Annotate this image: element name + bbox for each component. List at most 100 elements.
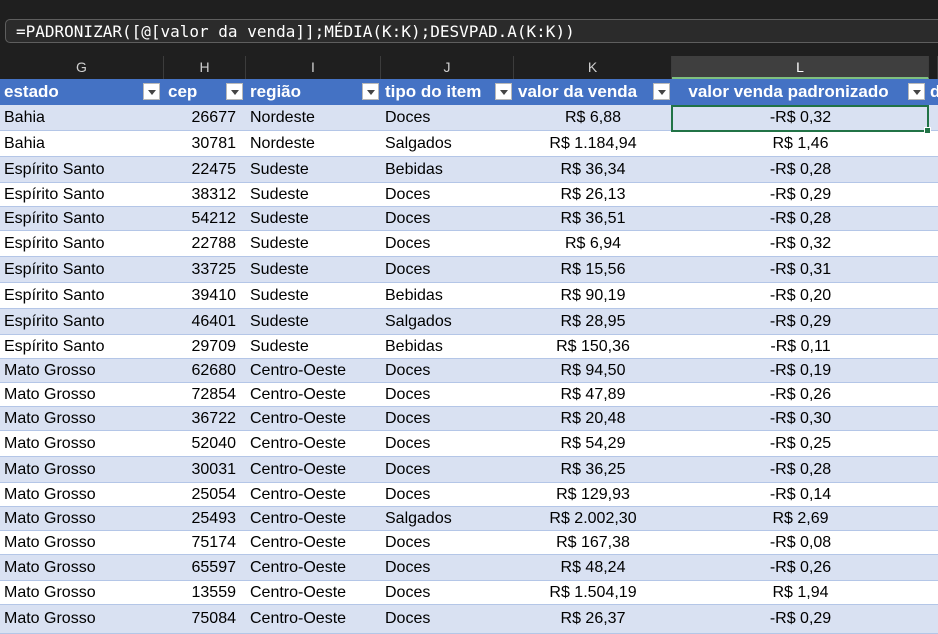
cell-regiao[interactable]: Centro-Oeste [246, 531, 381, 554]
chevron-down-icon[interactable] [226, 83, 243, 100]
cell-estado[interactable]: Espírito Santo [0, 257, 164, 282]
cell-cep[interactable]: 22475 [164, 157, 246, 182]
cell-cep[interactable]: 13559 [164, 581, 246, 604]
cell-valor-venda[interactable]: R$ 129,93 [514, 483, 672, 506]
cell-cep[interactable]: 29709 [164, 335, 246, 358]
column-header-l[interactable]: L [672, 56, 929, 79]
cell-valor-padronizado[interactable]: R$ 2,69 [672, 507, 929, 530]
cell-valor-venda[interactable]: R$ 1.504,19 [514, 581, 672, 604]
cell-valor-padronizado[interactable]: -R$ 0,29 [672, 605, 929, 633]
cell-regiao[interactable]: Sudeste [246, 257, 381, 282]
cell-valor-padronizado[interactable]: -R$ 0,26 [672, 555, 929, 580]
cell-regiao[interactable]: Sudeste [246, 283, 381, 308]
cell-tipo[interactable]: Bebidas [381, 157, 514, 182]
cell-tipo[interactable]: Salgados [381, 309, 514, 334]
cell-valor-venda[interactable]: R$ 15,56 [514, 257, 672, 282]
header-valor-da-venda[interactable]: valor da venda [514, 79, 672, 105]
cell-regiao[interactable]: Centro-Oeste [246, 555, 381, 580]
cell-regiao[interactable]: Centro-Oeste [246, 507, 381, 530]
cell-valor-venda[interactable]: R$ 47,89 [514, 383, 672, 406]
cell-regiao[interactable]: Centro-Oeste [246, 605, 381, 633]
cell-cep[interactable]: 65597 [164, 555, 246, 580]
cell-tipo[interactable]: Doces [381, 431, 514, 456]
cell-valor-padronizado[interactable]: -R$ 0,32 [672, 105, 929, 130]
cell-cep[interactable]: 75174 [164, 531, 246, 554]
cell-valor-padronizado[interactable]: -R$ 0,28 [672, 457, 929, 482]
cell-estado[interactable]: Mato Grosso [0, 605, 164, 633]
cell-valor-padronizado[interactable]: -R$ 0,28 [672, 157, 929, 182]
cell-regiao[interactable]: Nordeste [246, 105, 381, 130]
cell-valor-venda[interactable]: R$ 20,48 [514, 407, 672, 430]
cell-estado[interactable]: Mato Grosso [0, 457, 164, 482]
cell-valor-venda[interactable]: R$ 150,36 [514, 335, 672, 358]
column-header-i[interactable]: I [246, 56, 381, 79]
cell-regiao[interactable]: Centro-Oeste [246, 483, 381, 506]
header-estado[interactable]: estado [0, 79, 164, 105]
cell-regiao[interactable]: Centro-Oeste [246, 431, 381, 456]
cell-tipo[interactable]: Doces [381, 105, 514, 130]
cell-tipo[interactable]: Doces [381, 555, 514, 580]
cell-valor-venda[interactable]: R$ 36,34 [514, 157, 672, 182]
formula-input[interactable]: =PADRONIZAR([@[valor da venda]];MÉDIA(K:… [5, 19, 938, 43]
cell-cep[interactable]: 30781 [164, 131, 246, 156]
cell-valor-venda[interactable]: R$ 6,88 [514, 105, 672, 130]
cell-tipo[interactable]: Salgados [381, 507, 514, 530]
cell-estado[interactable]: Mato Grosso [0, 483, 164, 506]
cell-cep[interactable]: 25054 [164, 483, 246, 506]
chevron-down-icon[interactable] [653, 83, 670, 100]
cell-cep[interactable]: 30031 [164, 457, 246, 482]
cell-tipo[interactable]: Doces [381, 207, 514, 230]
column-header-k[interactable]: K [514, 56, 672, 79]
cell-valor-padronizado[interactable]: -R$ 0,32 [672, 231, 929, 256]
cell-valor-venda[interactable]: R$ 167,38 [514, 531, 672, 554]
cell-valor-padronizado[interactable]: -R$ 0,25 [672, 431, 929, 456]
cell-regiao[interactable]: Centro-Oeste [246, 457, 381, 482]
cell-tipo[interactable]: Doces [381, 359, 514, 382]
cell-valor-venda[interactable]: R$ 26,37 [514, 605, 672, 633]
chevron-down-icon[interactable] [362, 83, 379, 100]
cell-cep[interactable]: 25493 [164, 507, 246, 530]
cell-estado[interactable]: Espírito Santo [0, 207, 164, 230]
cell-tipo[interactable]: Salgados [381, 131, 514, 156]
cell-regiao[interactable]: Sudeste [246, 157, 381, 182]
cell-valor-venda[interactable]: R$ 54,29 [514, 431, 672, 456]
cell-valor-venda[interactable]: R$ 1.184,94 [514, 131, 672, 156]
cell-valor-padronizado[interactable]: -R$ 0,26 [672, 383, 929, 406]
cell-estado[interactable]: Mato Grosso [0, 359, 164, 382]
cell-estado[interactable]: Espírito Santo [0, 183, 164, 206]
cell-estado[interactable]: Espírito Santo [0, 309, 164, 334]
cell-tipo[interactable]: Doces [381, 231, 514, 256]
cell-tipo[interactable]: Doces [381, 407, 514, 430]
cell-regiao[interactable]: Sudeste [246, 183, 381, 206]
cell-cep[interactable]: 72854 [164, 383, 246, 406]
cell-estado[interactable]: Mato Grosso [0, 507, 164, 530]
cell-tipo[interactable]: Doces [381, 257, 514, 282]
cell-regiao[interactable]: Centro-Oeste [246, 359, 381, 382]
chevron-down-icon[interactable] [908, 83, 925, 100]
cell-regiao[interactable]: Nordeste [246, 131, 381, 156]
column-header-m[interactable] [929, 56, 938, 79]
cell-cep[interactable]: 22788 [164, 231, 246, 256]
cell-tipo[interactable]: Doces [381, 457, 514, 482]
cell-cep[interactable]: 38312 [164, 183, 246, 206]
header-next-column[interactable]: d [929, 79, 938, 105]
cell-valor-padronizado[interactable]: -R$ 0,20 [672, 283, 929, 308]
column-header-j[interactable]: J [381, 56, 514, 79]
cell-regiao[interactable]: Sudeste [246, 207, 381, 230]
cell-tipo[interactable]: Doces [381, 183, 514, 206]
cell-valor-padronizado[interactable]: -R$ 0,29 [672, 309, 929, 334]
cell-valor-padronizado[interactable]: R$ 1,46 [672, 131, 929, 156]
cell-regiao[interactable]: Centro-Oeste [246, 581, 381, 604]
cell-cep[interactable]: 52040 [164, 431, 246, 456]
cell-estado[interactable]: Espírito Santo [0, 335, 164, 358]
cell-estado[interactable]: Espírito Santo [0, 283, 164, 308]
cell-valor-venda[interactable]: R$ 90,19 [514, 283, 672, 308]
cell-estado[interactable]: Mato Grosso [0, 555, 164, 580]
cell-tipo[interactable]: Doces [381, 605, 514, 633]
cell-cep[interactable]: 46401 [164, 309, 246, 334]
cell-valor-venda[interactable]: R$ 36,25 [514, 457, 672, 482]
header-regiao[interactable]: região [246, 79, 381, 105]
cell-valor-padronizado[interactable]: -R$ 0,14 [672, 483, 929, 506]
cell-estado[interactable]: Mato Grosso [0, 581, 164, 604]
cell-cep[interactable]: 26677 [164, 105, 246, 130]
